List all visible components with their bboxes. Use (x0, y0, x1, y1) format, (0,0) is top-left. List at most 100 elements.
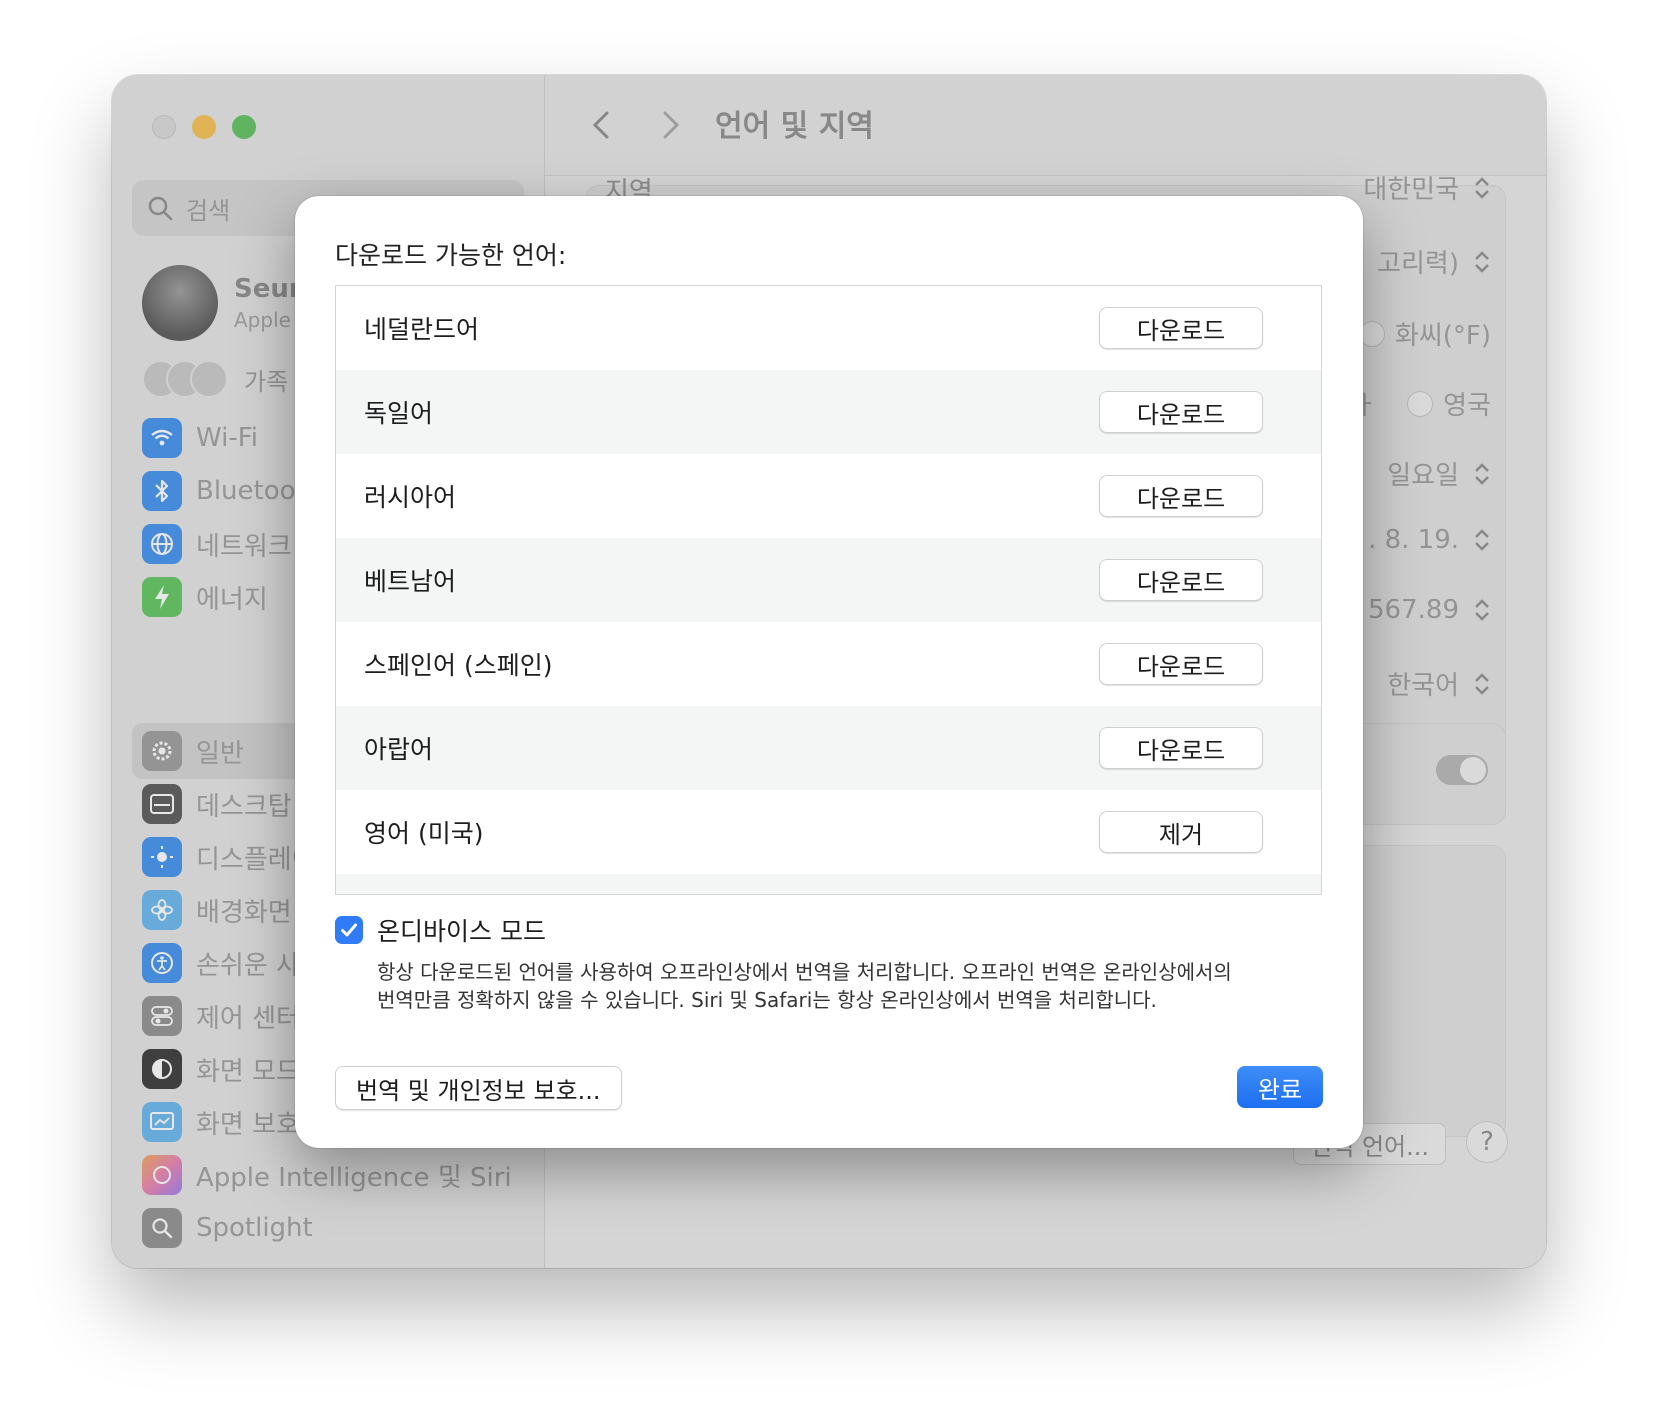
sidebar-item-bluetooth[interactable]: Bluetoot (142, 469, 306, 513)
chevron-updown-icon (1475, 176, 1489, 199)
download-button[interactable]: 다운로드 (1099, 727, 1263, 769)
on-device-mode-label: 온디바이스 모드 (377, 917, 546, 946)
description-line: 번역만큼 정확하지 않을 수 있습니다. Siri 및 Safari는 항상 온… (377, 988, 1157, 1012)
sidebar-item-accessibility[interactable]: 손쉬운 사 (142, 941, 300, 985)
sidebar-item-control-center[interactable]: 제어 센터 (142, 994, 300, 1038)
flower-icon (142, 890, 182, 930)
first-day-popup[interactable]: 일요일 (1387, 455, 1491, 492)
live-text-toggle[interactable] (1436, 755, 1488, 785)
avatar (142, 265, 218, 341)
sidebar-item-label: Wi-Fi (196, 423, 259, 453)
sidebar-item-label: 일반 (196, 738, 244, 769)
sidebar-item-network[interactable]: 네트워크 (142, 522, 292, 566)
list-item: 스페인어 (스페인) 다운로드 (336, 622, 1321, 706)
sidebar-item-energy[interactable]: 에너지 (142, 575, 268, 619)
page-title: 언어 및 지역 (715, 109, 874, 144)
desktop-icon (142, 784, 182, 824)
first-day-value: 일요일 (1387, 461, 1459, 491)
done-button[interactable]: 완료 (1237, 1066, 1323, 1108)
bluetooth-icon (142, 471, 182, 511)
sidebar-item-general[interactable]: 일반 (142, 729, 244, 773)
download-button[interactable]: 다운로드 (1099, 307, 1263, 349)
wifi-icon (142, 418, 182, 458)
sidebar-item-appearance[interactable]: 화면 모드 (142, 1047, 300, 1091)
temperature-fahrenheit-radio[interactable]: 화씨(°F) (1358, 315, 1491, 352)
sidebar-item-label: 데스크탑 (196, 791, 292, 822)
chevron-left-icon[interactable] (585, 105, 617, 145)
on-device-mode-checkbox[interactable]: 온디바이스 모드 (335, 912, 546, 948)
sidebar-item-screensaver[interactable]: 화면 보호 (142, 1100, 300, 1144)
sidebar-item-label: Apple Intelligence 및 Siri (196, 1162, 512, 1193)
chevron-updown-icon (1475, 462, 1489, 485)
list-item-partial (336, 874, 1321, 894)
calendar-value: 고리력) (1377, 249, 1459, 279)
search-icon (148, 196, 173, 221)
apple-account-item[interactable]: Seun Apple (142, 265, 307, 341)
family-item[interactable]: 가족 (142, 360, 288, 398)
download-button[interactable]: 다운로드 (1099, 475, 1263, 517)
search-placeholder: 검색 (186, 196, 231, 225)
sidebar-item-label: Spotlight (196, 1213, 313, 1243)
on-device-description: 항상 다운로드된 언어를 사용하여 오프라인상에서 번역을 처리합니다. 오프라… (377, 958, 1277, 1014)
sidebar-item-wifi[interactable]: Wi-Fi (142, 416, 258, 460)
screensaver-icon (142, 1102, 182, 1142)
sidebar-item-display[interactable]: 디스플레이 (142, 835, 316, 879)
sidebar-item-wallpaper[interactable]: 배경화면 (142, 888, 292, 932)
language-name: 러시아어 (364, 483, 457, 512)
sidebar-item-spotlight[interactable]: Spotlight (142, 1206, 313, 1250)
language-name: 스페인어 (스페인) (364, 651, 553, 680)
checkbox[interactable] (335, 916, 363, 944)
language-name: 독일어 (364, 399, 434, 428)
list-item: 독일어 다운로드 (336, 370, 1321, 454)
sidebar-item-label: Bluetoot (196, 476, 306, 506)
number-format-value: 567.89 (1368, 595, 1459, 625)
sidebar-item-label: 네트워크 (196, 531, 292, 562)
list-item: 베트남어 다운로드 (336, 538, 1321, 622)
sidebar-item-desktop[interactable]: 데스크탑 (142, 782, 292, 826)
chevron-updown-icon (1475, 250, 1489, 273)
sidebar-item-label: 손쉬운 사 (196, 950, 300, 981)
sun-icon (142, 837, 182, 877)
chevron-right-icon[interactable] (655, 105, 687, 145)
download-button[interactable]: 다운로드 (1099, 643, 1263, 685)
translation-privacy-button[interactable]: 번역 및 개인정보 보호... (335, 1066, 622, 1110)
sidebar-item-label: 제어 센터 (196, 1003, 300, 1034)
temperature-value: 화씨(°F) (1394, 321, 1491, 351)
language-list: 네덜란드어 다운로드 독일어 다운로드 러시아어 다운로드 베트남어 다운로드 … (335, 285, 1322, 895)
zoom-window-button[interactable] (232, 115, 256, 139)
sheet-title: 다운로드 가능한 언어: (335, 241, 567, 270)
chevron-updown-icon (1475, 672, 1489, 695)
minimize-window-button[interactable] (192, 115, 216, 139)
radio-button (1407, 390, 1434, 417)
measurement-radio-group[interactable]: ㅏ 영국 (1353, 385, 1491, 422)
measurement-value: 영국 (1443, 391, 1491, 421)
list-sort-popup[interactable]: 한국어 (1387, 665, 1491, 702)
number-format-popup[interactable]: 567.89 (1368, 595, 1491, 625)
close-window-button[interactable] (152, 115, 176, 139)
appearance-icon (142, 1049, 182, 1089)
checkmark-icon (341, 923, 357, 937)
language-name: 베트남어 (364, 567, 457, 596)
spotlight-search-icon (142, 1208, 182, 1248)
help-button[interactable]: ? (1466, 1121, 1508, 1163)
family-avatar (190, 360, 228, 398)
date-format-value: . 8. 19. (1368, 525, 1459, 555)
download-languages-sheet: 다운로드 가능한 언어: 네덜란드어 다운로드 독일어 다운로드 러시아어 다운… (295, 196, 1363, 1148)
description-line: 항상 다운로드된 언어를 사용하여 오프라인상에서 번역을 처리합니다. 오프라… (377, 960, 1232, 984)
download-button[interactable]: 다운로드 (1099, 391, 1263, 433)
list-item: 영어 (미국) 제거 (336, 790, 1321, 874)
sidebar-item-apple-intelligence-siri[interactable]: Apple Intelligence 및 Siri (142, 1153, 512, 1197)
date-format-popup[interactable]: . 8. 19. (1368, 525, 1491, 555)
family-label: 가족 (244, 367, 289, 396)
list-sort-value: 한국어 (1387, 671, 1459, 701)
sidebar-item-label: 에너지 (196, 584, 268, 615)
gear-icon (142, 731, 182, 771)
toolbar: 언어 및 지역 (545, 75, 1546, 176)
siri-icon (142, 1155, 182, 1195)
list-item: 러시아어 다운로드 (336, 454, 1321, 538)
download-button[interactable]: 다운로드 (1099, 559, 1263, 601)
globe-icon (142, 524, 182, 564)
language-name: 네덜란드어 (364, 315, 480, 344)
remove-button[interactable]: 제거 (1099, 811, 1263, 853)
calendar-popup[interactable]: 고리력) (1377, 243, 1491, 280)
